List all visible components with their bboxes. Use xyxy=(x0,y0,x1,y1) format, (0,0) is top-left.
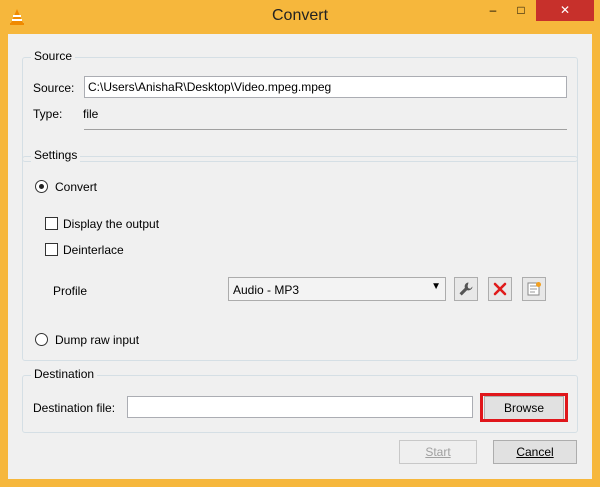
destination-file-label: Destination file: xyxy=(33,401,116,415)
profile-value: Audio - MP3 xyxy=(233,283,300,297)
radio-selected-dot xyxy=(39,184,44,189)
display-output-label[interactable]: Display the output xyxy=(63,217,159,231)
delete-profile-button[interactable] xyxy=(488,277,512,301)
new-profile-button[interactable] xyxy=(522,277,546,301)
type-label: Type: xyxy=(33,107,63,121)
chevron-down-icon: ▼ xyxy=(431,281,441,292)
edit-profile-button[interactable] xyxy=(454,277,478,301)
delete-icon xyxy=(493,282,507,296)
deinterlace-checkbox[interactable] xyxy=(45,243,58,256)
convert-radio[interactable] xyxy=(35,180,48,193)
source-group: Source Source: C:\Users\AnishaR\Desktop\… xyxy=(22,49,578,162)
deinterlace-label[interactable]: Deinterlace xyxy=(63,243,124,257)
close-button[interactable]: ✕ xyxy=(536,0,594,21)
convert-window: Convert – □ ✕ Source Source: C:\Users\An… xyxy=(0,0,600,487)
source-separator xyxy=(84,129,567,130)
minimize-button[interactable]: – xyxy=(479,0,507,21)
cancel-mnemonic-label: Cancel xyxy=(516,445,554,459)
settings-group: Settings Convert Display the output Dein… xyxy=(22,148,578,361)
new-profile-icon xyxy=(527,282,541,296)
dump-raw-label[interactable]: Dump raw input xyxy=(55,333,139,347)
destination-file-field[interactable] xyxy=(127,396,473,418)
dump-raw-radio[interactable] xyxy=(35,333,48,346)
type-value: file xyxy=(83,107,99,121)
browse-highlight-box xyxy=(480,393,568,422)
cancel-button[interactable]: Cancel xyxy=(493,440,577,464)
profile-dropdown[interactable]: Audio - MP3 ▼ xyxy=(228,277,446,301)
display-output-checkbox[interactable] xyxy=(45,217,58,230)
maximize-button[interactable]: □ xyxy=(507,0,535,21)
settings-group-title: Settings xyxy=(31,148,81,162)
convert-label[interactable]: Convert xyxy=(55,180,97,194)
wrench-icon xyxy=(459,282,473,296)
start-button[interactable]: Start xyxy=(399,440,477,464)
title-bar[interactable]: Convert – □ ✕ xyxy=(0,0,600,34)
source-group-title: Source xyxy=(31,49,76,63)
source-path-field[interactable]: C:\Users\AnishaR\Desktop\Video.mpeg.mpeg xyxy=(84,76,567,98)
source-label: Source: xyxy=(33,81,75,95)
destination-group-title: Destination xyxy=(31,367,98,381)
profile-label: Profile xyxy=(53,284,88,298)
start-mnemonic-label: Start xyxy=(425,445,451,459)
